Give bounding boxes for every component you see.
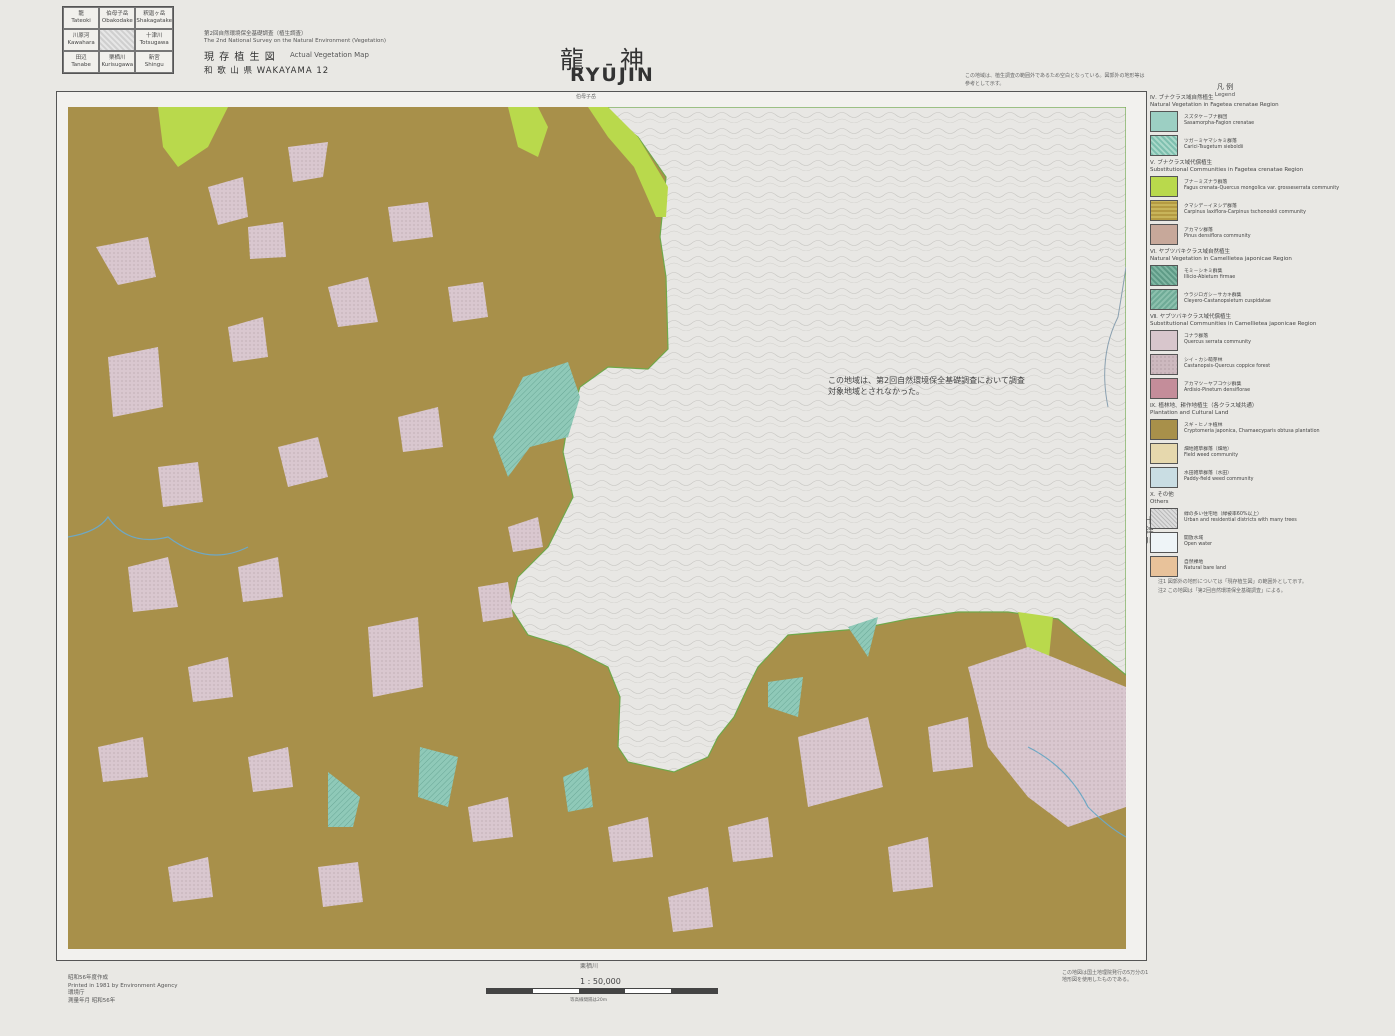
scale-caption: 等高線間隔は20m (570, 998, 608, 1003)
legend-text: 畑地雑草群落（畑地） Field weed community (1184, 447, 1239, 458)
map-type-en: Actual Vegetation Map (290, 51, 369, 59)
legend-swatch (1150, 531, 1178, 553)
index-cell: 栗栖川 Kurisugawa (99, 51, 136, 73)
legend-swatch (1150, 199, 1178, 221)
legend-section: Ⅹ. その他 Others (1150, 492, 1174, 505)
index-cell: 新宮 Shingu (135, 51, 173, 73)
legend-title-jp: 凡 例 (1216, 83, 1234, 91)
legend-item: コナラ群落 Quercus serrata community (1150, 328, 1350, 352)
legend-swatch (1150, 223, 1178, 245)
survey-line: 第2回自然環境保全基礎調査（植生調査） (204, 31, 307, 37)
legend-item: ツガ－ミヤマシキミ群落 Carici-Tsugetum sieboldii (1150, 133, 1350, 157)
legend-item: ウラジロガシ－サカキ群集 Cleyero-Castanopsietum cusp… (1150, 287, 1350, 311)
scale-label: 1 : 50,000 (580, 977, 621, 986)
legend-item: ブナ－ミズナラ群落 Fagus crenata-Quercus mongolic… (1150, 174, 1350, 198)
index-cell: 川原河 Kawahara (63, 29, 100, 51)
legend-text: アカマツ－ヤブコウジ群集 Ardisio-Pinetum densiflorae (1184, 382, 1251, 393)
legend-swatch (1150, 377, 1178, 399)
legend-item: アカマツ群落 Pinus densiflora community (1150, 222, 1350, 246)
legend-text: ブナ－ミズナラ群落 Fagus crenata-Quercus mongolic… (1184, 180, 1340, 191)
legend-swatch (1150, 353, 1178, 375)
index-cell: 龍 Tateoki (63, 7, 100, 29)
legend-item: 畑地雑草群落（畑地） Field weed community (1150, 441, 1350, 465)
legend-note: 注1 図郭外の地形については「現存植生図」の範囲外として示す。 (1158, 579, 1307, 585)
legend-text: 水田雑草群落（水田） Paddy-field weed community (1184, 471, 1254, 482)
legend-text: ツガ－ミヤマシキミ群落 Carici-Tsugetum sieboldii (1184, 139, 1244, 150)
legend-section: Ⅶ. ヤブツバキクラス域代償植生 Substitutional Communit… (1150, 314, 1317, 327)
legend-swatch (1150, 555, 1178, 577)
legend-swatch (1150, 329, 1178, 351)
legend-section: Ⅸ. 植林地、耕作地植生（各クラス域共通） Plantation and Cul… (1150, 403, 1258, 416)
legend: Ⅳ. ブナクラス域自然植生 Natural Vegetation in Fage… (1150, 92, 1350, 578)
legend-item: 水田雑草群落（水田） Paddy-field weed community (1150, 465, 1350, 489)
legend-text: クマシデ－イヌシデ群落 Carpinus laxiflora-Carpinus … (1184, 204, 1307, 215)
source-note: この地図は国土地理院発行の5万分の1地形図を使用したものである。 (1062, 970, 1149, 983)
index-cell: 釈迦ヶ岳 Shakagatake (135, 7, 173, 29)
legend-notes: 注1 図郭外の地形については「現存植生図」の範囲外として示す。 注2 この地図は… (1158, 578, 1358, 596)
legend-item: アカマツ－ヤブコウジ群集 Ardisio-Pinetum densiflorae (1150, 376, 1350, 400)
index-cell-current (99, 29, 136, 51)
legend-item: スズタケ－ブナ群団 Sasamorpha-Fagion crenatae (1150, 109, 1350, 133)
legend-swatch (1150, 288, 1178, 310)
bottom-edge-label: 栗栖川 (580, 963, 599, 970)
legend-swatch (1150, 134, 1178, 156)
legend-text: コナラ群落 Quercus serrata community (1184, 334, 1251, 345)
publisher-info: 昭和56年度作成 Printed in 1981 by Environment … (68, 975, 238, 1005)
legend-item: モミ－シキミ群集 Illicio-Abietum firmae (1150, 263, 1350, 287)
legend-text: 開放水域 Open water (1184, 536, 1213, 547)
legend-item: スギ・ヒノキ植林 Cryptomeria japonica, Chamaecyp… (1150, 417, 1350, 441)
map-title-roman: RYŪJIN (570, 64, 655, 86)
survey-line-en: The 2nd National Survey on the Natural E… (204, 38, 386, 44)
legend-item: 緑の多い住宅地（緑被率60%以上） Urban and residential … (1150, 506, 1350, 530)
index-grid: 龍 Tateoki 伯母子岳 Obakodake 釈迦ヶ岳 Shakagatake 川… (62, 6, 174, 74)
legend-swatch (1150, 264, 1178, 286)
publisher-line: 測量年月 昭和56年 (68, 997, 116, 1004)
legend-note: 注2 この地図は「第2回自然環境保全基礎調査」による。 (1158, 588, 1286, 594)
legend-text: ウラジロガシ－サカキ群集 Cleyero-Castanopsietum cusp… (1184, 293, 1271, 304)
legend-swatch (1150, 466, 1178, 488)
scale-bar (486, 988, 718, 994)
vegetation-map (68, 107, 1126, 949)
legend-text: シイ・カシ萌芽林 Castanopsis-Quercus coppice for… (1184, 358, 1271, 369)
legend-text: スギ・ヒノキ植林 Cryptomeria japonica, Chamaecyp… (1184, 423, 1320, 434)
legend-swatch (1150, 507, 1178, 529)
legend-text: アカマツ群落 Pinus densiflora community (1184, 228, 1251, 239)
legend-text: スズタケ－ブナ群団 Sasamorpha-Fagion crenatae (1184, 115, 1255, 126)
legend-swatch (1150, 418, 1178, 440)
index-cell: 十津川 Totsugawa (135, 29, 173, 51)
publisher-line: 昭和56年度作成 (68, 975, 108, 981)
legend-item: シイ・カシ萌芽林 Castanopsis-Quercus coppice for… (1150, 352, 1350, 376)
sheet-id: 和 歌 山 県 WAKAYAMA 12 (204, 66, 330, 76)
legend-text: モミ－シキミ群集 Illicio-Abietum firmae (1184, 269, 1236, 280)
legend-swatch (1150, 175, 1178, 197)
unsurveyed-note: この地域は、第2回自然環境保全基礎調査において調査対象地域とされなかった。 (828, 376, 1025, 396)
legend-text: 自然裸地 Natural bare land (1184, 560, 1226, 571)
legend-item: 開放水域 Open water (1150, 530, 1350, 554)
legend-section: Ⅳ. ブナクラス域自然植生 Natural Vegetation in Fage… (1150, 95, 1279, 108)
top-edge-label: 伯母子岳 (576, 94, 597, 100)
index-cell: 伯母子岳 Obakodake (99, 7, 136, 29)
legend-item: 自然裸地 Natural bare land (1150, 554, 1350, 578)
publisher-line: 環境庁 (68, 990, 85, 996)
index-cell: 田辺 Tanabe (63, 51, 100, 73)
map-type-jp: 現 存 植 生 図 (204, 52, 276, 63)
legend-text: 緑の多い住宅地（緑被率60%以上） Urban and residential … (1184, 512, 1297, 523)
publisher-line: Printed in 1981 by Environment Agency (68, 982, 178, 989)
legend-swatch (1150, 110, 1178, 132)
legend-section: Ⅴ. ブナクラス域代償植生 Substitutional Communities… (1150, 160, 1304, 173)
legend-item: クマシデ－イヌシデ群落 Carpinus laxiflora-Carpinus … (1150, 198, 1350, 222)
top-note: この地域は、植生調査の範囲外であるため空白となっている。図郭外の地形等は参考とし… (965, 73, 1145, 87)
legend-swatch (1150, 442, 1178, 464)
legend-section: Ⅵ. ヤブツバキクラス域自然植生 Natural Vegetation in C… (1150, 249, 1292, 262)
